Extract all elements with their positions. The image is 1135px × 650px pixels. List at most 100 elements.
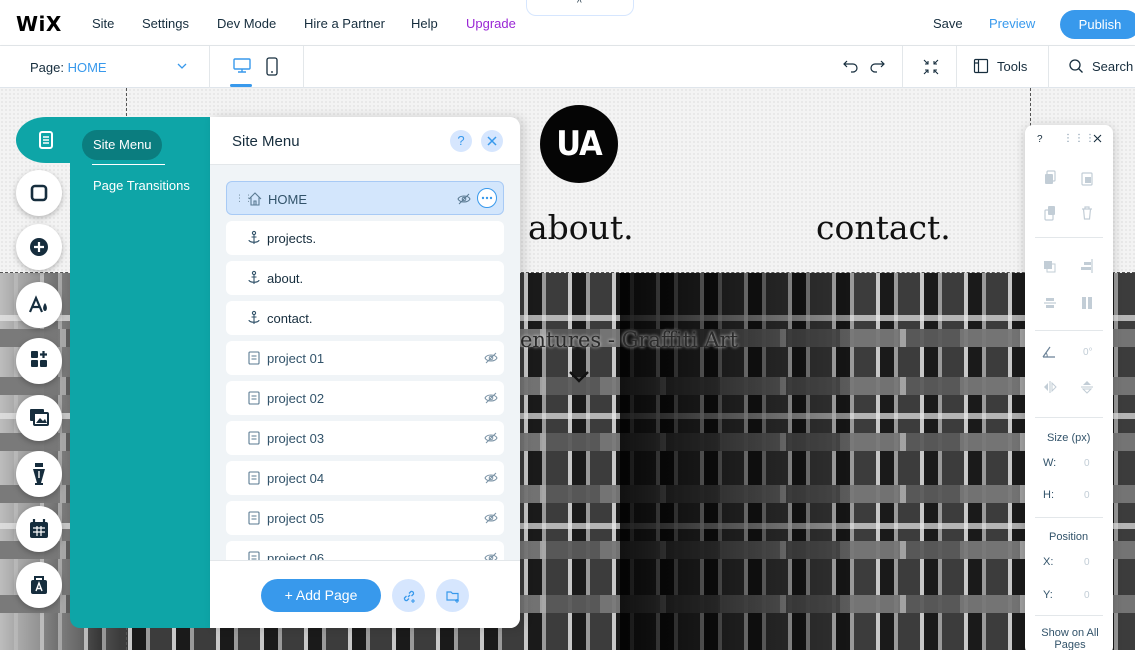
add-folder-button[interactable] bbox=[436, 579, 469, 612]
page-item-project-05[interactable]: project 05 bbox=[226, 501, 504, 535]
arrange-icon[interactable] bbox=[1043, 258, 1057, 274]
distribute-icon[interactable] bbox=[1080, 295, 1094, 311]
media-button[interactable] bbox=[16, 395, 62, 441]
redo-icon[interactable] bbox=[868, 58, 886, 74]
page-item-project-04[interactable]: project 04 bbox=[226, 461, 504, 495]
help-button[interactable]: ? bbox=[450, 130, 472, 152]
menu-dev-mode[interactable]: Dev Mode bbox=[217, 16, 276, 31]
calendar-icon bbox=[30, 519, 48, 538]
add-button[interactable] bbox=[16, 224, 62, 270]
add-apps-button[interactable] bbox=[16, 338, 62, 384]
menu-site[interactable]: Site bbox=[92, 16, 114, 31]
y-value[interactable]: 0 bbox=[1084, 590, 1090, 601]
inspector-divider bbox=[1035, 237, 1103, 238]
height-value[interactable]: 0 bbox=[1084, 490, 1090, 501]
page-item-home[interactable]: ⋮⋮ HOME bbox=[226, 181, 504, 215]
design-button[interactable] bbox=[16, 282, 62, 328]
align-center-icon[interactable] bbox=[1043, 295, 1057, 311]
flip-horizontal-icon[interactable] bbox=[1043, 380, 1057, 394]
link-icon bbox=[403, 590, 415, 603]
add-link-button[interactable] bbox=[392, 579, 425, 612]
page-item-project-02[interactable]: project 02 bbox=[226, 381, 504, 415]
hero-subtitle[interactable]: entures - Graffiti Art bbox=[520, 328, 738, 352]
tab-page-transitions[interactable]: Page Transitions bbox=[93, 178, 190, 193]
pages-list[interactable]: ⋮⋮ HOME projects. about. contact. projec… bbox=[210, 165, 520, 560]
top-panel-handle[interactable]: ^ bbox=[526, 0, 634, 16]
drag-handle-icon[interactable]: ⋮⋮⋮ bbox=[1063, 133, 1096, 144]
page-item-projects[interactable]: projects. bbox=[226, 221, 504, 255]
desktop-icon[interactable] bbox=[232, 57, 252, 75]
page-icon bbox=[248, 431, 260, 445]
paste-icon[interactable] bbox=[1080, 170, 1094, 186]
site-menu-sidebar bbox=[70, 117, 210, 628]
search-label: Search bbox=[1092, 59, 1134, 74]
publish-button[interactable]: Publish bbox=[1060, 10, 1135, 39]
show-on-all-pages-toggle[interactable]: Show on All Pages bbox=[1039, 627, 1101, 650]
page-selector[interactable]: Page: HOME bbox=[0, 46, 210, 88]
duplicate-icon[interactable] bbox=[1043, 205, 1057, 221]
site-nav-contact[interactable]: contact. bbox=[816, 208, 951, 247]
page-item-project-06[interactable]: project 06 bbox=[226, 541, 504, 560]
page-label: HOME bbox=[268, 192, 307, 207]
blog-button[interactable] bbox=[16, 451, 62, 497]
tools-button[interactable]: Tools bbox=[973, 58, 1027, 74]
flip-vertical-icon[interactable] bbox=[1080, 380, 1094, 394]
panel-footer: + Add Page bbox=[210, 560, 520, 628]
copy-icon[interactable] bbox=[1043, 170, 1057, 186]
page-more-actions-button[interactable] bbox=[477, 188, 497, 208]
apps-icon bbox=[31, 351, 47, 367]
tab-underline bbox=[92, 164, 165, 165]
device-switch bbox=[210, 46, 304, 88]
add-page-button[interactable]: + Add Page bbox=[261, 579, 381, 612]
preview-button[interactable]: Preview bbox=[989, 16, 1035, 31]
mobile-icon[interactable] bbox=[265, 57, 279, 77]
background-button[interactable] bbox=[16, 170, 62, 216]
site-nav-about[interactable]: about. bbox=[528, 208, 634, 247]
undo-icon[interactable] bbox=[842, 58, 860, 74]
page-label: project 03 bbox=[267, 431, 325, 446]
page-icon bbox=[248, 471, 260, 485]
more-horizontal-icon bbox=[481, 196, 493, 200]
position-section-title: Position bbox=[1049, 531, 1089, 543]
desktop-active-indicator bbox=[230, 84, 252, 87]
width-value[interactable]: 0 bbox=[1084, 458, 1090, 469]
menu-hire-a-partner[interactable]: Hire a Partner bbox=[304, 16, 385, 31]
background-icon bbox=[30, 184, 48, 202]
align-right-icon[interactable] bbox=[1080, 258, 1094, 274]
tools-label: Tools bbox=[997, 59, 1028, 74]
size-section-title: Size (px) bbox=[1047, 432, 1091, 444]
menu-help[interactable]: Help bbox=[411, 16, 438, 31]
toolbar-divider bbox=[956, 46, 957, 88]
rotation-value[interactable]: 0° bbox=[1083, 347, 1093, 358]
zoom-out-icon[interactable] bbox=[922, 58, 940, 76]
page-item-contact[interactable]: contact. bbox=[226, 301, 504, 335]
tab-site-menu[interactable]: Site Menu bbox=[82, 130, 162, 160]
page-label: project 05 bbox=[267, 511, 325, 526]
bookings-button[interactable] bbox=[16, 506, 62, 552]
chevron-down-icon[interactable] bbox=[568, 370, 590, 384]
wix-app-market-button[interactable] bbox=[16, 562, 62, 608]
close-icon bbox=[487, 136, 497, 146]
trash-icon[interactable] bbox=[1080, 205, 1094, 221]
rotate-angle-icon[interactable] bbox=[1041, 345, 1057, 359]
x-label: X: bbox=[1043, 556, 1054, 568]
width-label: W: bbox=[1043, 457, 1057, 469]
panel-title: Site Menu bbox=[232, 133, 300, 150]
page-label: project 04 bbox=[267, 471, 325, 486]
search-button[interactable]: Search bbox=[1068, 58, 1133, 74]
inspector-divider bbox=[1035, 615, 1103, 616]
page-item-project-03[interactable]: project 03 bbox=[226, 421, 504, 455]
wix-logo[interactable]: WiX bbox=[16, 12, 62, 36]
pages-menu-button[interactable] bbox=[16, 117, 76, 163]
x-value[interactable]: 0 bbox=[1084, 557, 1090, 568]
menu-upgrade[interactable]: Upgrade bbox=[466, 16, 516, 31]
page-item-project-01[interactable]: project 01 bbox=[226, 341, 504, 375]
close-button[interactable] bbox=[481, 130, 503, 152]
page-icon bbox=[248, 351, 260, 365]
close-icon[interactable] bbox=[1093, 134, 1102, 143]
site-logo[interactable]: UA bbox=[540, 105, 618, 183]
menu-settings[interactable]: Settings bbox=[142, 16, 189, 31]
page-item-about[interactable]: about. bbox=[226, 261, 504, 295]
inspector-help-button[interactable]: ? bbox=[1037, 134, 1043, 145]
save-button[interactable]: Save bbox=[933, 16, 963, 31]
